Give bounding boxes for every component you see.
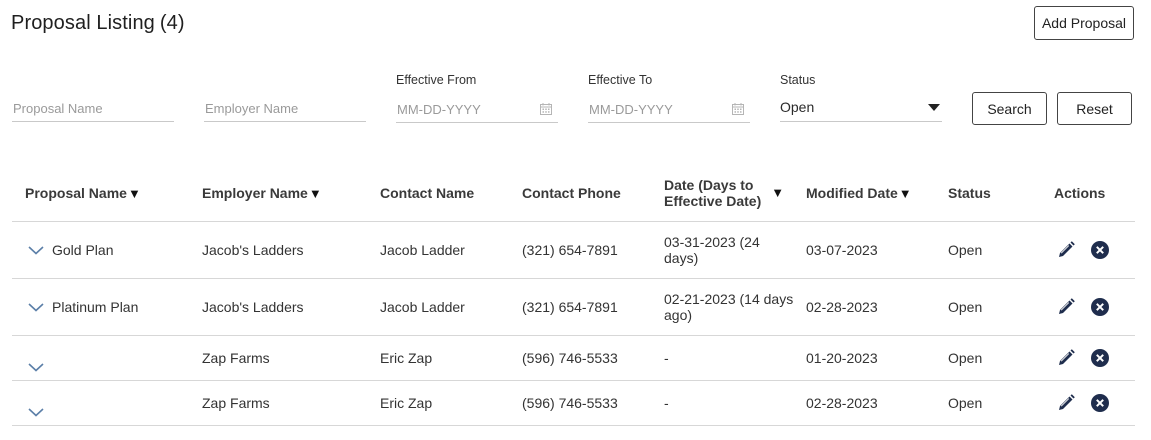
cell-modified-date: 03-07-2023 xyxy=(806,221,948,279)
cell-proposal-name xyxy=(12,335,202,381)
caret-down-icon[interactable] xyxy=(928,104,940,111)
calendar-icon[interactable] xyxy=(540,103,552,115)
table-row: Gold Plan Jacob's Ladders Jacob Ladder (321… xyxy=(12,221,1135,279)
cell-contact-phone: (321) 654-7891 xyxy=(522,278,664,336)
cell-proposal-name: Gold Plan xyxy=(12,221,202,279)
cell-employer-name: Jacob's Ladders xyxy=(202,278,380,336)
cell-contact-name: Eric Zap xyxy=(380,380,522,426)
effective-from-filter[interactable] xyxy=(396,97,558,123)
proposal-count: (4) xyxy=(159,12,185,34)
cell-date: - xyxy=(664,380,806,426)
status-selected-value: Open xyxy=(780,99,815,115)
col-contact-name: Contact Name xyxy=(380,165,522,222)
cell-status: Open xyxy=(948,278,1054,336)
table-header-row: Proposal Name▼ Employer Name▼ Contact Na… xyxy=(12,165,1135,222)
col-date-label: Date (Days to Effective Date) xyxy=(664,177,761,209)
cell-actions xyxy=(1054,335,1135,381)
col-employer-name[interactable]: Employer Name▼ xyxy=(202,165,380,222)
cell-contact-name: Jacob Ladder xyxy=(380,221,522,279)
cell-employer-name: Zap Farms xyxy=(202,335,380,381)
status-select[interactable]: Open xyxy=(780,96,942,122)
col-actions: Actions xyxy=(1054,165,1135,222)
table-row: Platinum Plan Jacob's Ladders Jacob Ladder… xyxy=(12,278,1135,336)
page-title: Proposal Listing (4) xyxy=(11,12,185,35)
proposal-name-text: Gold Plan xyxy=(52,241,114,258)
cell-contact-phone: (596) 746-5533 xyxy=(522,380,664,426)
close-circle-icon[interactable] xyxy=(1090,297,1110,317)
reset-button[interactable]: Reset xyxy=(1057,92,1132,125)
sort-down-icon[interactable]: ▼ xyxy=(128,186,141,201)
cell-proposal-name xyxy=(12,380,202,426)
effective-to-label: Effective To xyxy=(588,73,653,87)
col-modified-date[interactable]: Modified Date▼ xyxy=(806,165,948,222)
effective-to-filter[interactable] xyxy=(588,97,750,123)
add-proposal-button[interactable]: Add Proposal xyxy=(1034,6,1134,40)
search-button[interactable]: Search xyxy=(972,92,1047,125)
close-circle-icon[interactable] xyxy=(1090,240,1110,260)
col-employer-name-label: Employer Name xyxy=(202,184,308,201)
chevron-down-icon[interactable] xyxy=(28,362,44,372)
sort-down-icon[interactable]: ▼ xyxy=(309,186,322,201)
proposal-name-text: Platinum Plan xyxy=(52,298,139,315)
cell-modified-date: 02-28-2023 xyxy=(806,380,948,426)
pencil-icon[interactable] xyxy=(1056,348,1076,368)
employer-name-filter[interactable] xyxy=(204,96,366,122)
cell-status: Open xyxy=(948,335,1054,381)
sort-down-icon[interactable]: ▼ xyxy=(771,185,784,200)
col-proposal-name[interactable]: Proposal Name▼ xyxy=(12,165,202,222)
col-date-label-line2: Effective Date) xyxy=(664,192,762,209)
cell-actions xyxy=(1054,380,1135,426)
sort-down-icon[interactable]: ▼ xyxy=(899,186,912,201)
chevron-down-icon[interactable] xyxy=(28,407,44,417)
pencil-icon[interactable] xyxy=(1056,393,1076,413)
cell-contact-name: Eric Zap xyxy=(380,335,522,381)
col-proposal-name-label: Proposal Name xyxy=(25,184,127,201)
employer-name-input[interactable] xyxy=(204,96,366,121)
close-circle-icon[interactable] xyxy=(1090,393,1110,413)
status-label: Status xyxy=(780,73,816,87)
proposal-table: Proposal Name▼ Employer Name▼ Contact Na… xyxy=(12,165,1135,426)
table-row: Zap Farms Eric Zap (596) 746-5533-01-20-20… xyxy=(12,335,1135,381)
cell-contact-phone: (321) 654-7891 xyxy=(522,221,664,279)
close-circle-icon[interactable] xyxy=(1090,348,1110,368)
cell-proposal-name: Platinum Plan xyxy=(12,278,202,336)
pencil-icon[interactable] xyxy=(1056,240,1076,260)
proposal-name-input[interactable] xyxy=(12,96,174,121)
cell-employer-name: Zap Farms xyxy=(202,380,380,426)
cell-date: 02-21-2023 (14 days ago) xyxy=(664,278,806,336)
col-contact-phone: Contact Phone xyxy=(522,165,664,222)
proposal-name-filter[interactable] xyxy=(12,96,174,122)
col-date-label-line1: Date (Days to xyxy=(664,176,754,193)
page-title-text: Proposal Listing xyxy=(11,12,155,34)
table-row: Zap Farms Eric Zap (596) 746-5533-02-28-20… xyxy=(12,380,1135,426)
col-date[interactable]: Date (Days to Effective Date) ▼ xyxy=(664,165,806,222)
effective-to-input[interactable] xyxy=(588,97,750,122)
effective-from-label: Effective From xyxy=(396,73,477,87)
cell-contact-name: Jacob Ladder xyxy=(380,278,522,336)
pencil-icon[interactable] xyxy=(1056,297,1076,317)
cell-actions xyxy=(1054,278,1135,336)
cell-date: 03-31-2023 (24 days) xyxy=(664,221,806,279)
cell-employer-name: Jacob's Ladders xyxy=(202,221,380,279)
cell-date: - xyxy=(664,335,806,381)
cell-contact-phone: (596) 746-5533 xyxy=(522,335,664,381)
cell-actions xyxy=(1054,221,1135,279)
col-modified-date-label: Modified Date xyxy=(806,184,898,201)
chevron-down-icon[interactable] xyxy=(28,302,44,312)
col-status: Status xyxy=(948,165,1054,222)
cell-status: Open xyxy=(948,221,1054,279)
cell-modified-date: 01-20-2023 xyxy=(806,335,948,381)
calendar-icon[interactable] xyxy=(732,103,744,115)
effective-from-input[interactable] xyxy=(396,97,558,122)
cell-status: Open xyxy=(948,380,1054,426)
cell-modified-date: 02-28-2023 xyxy=(806,278,948,336)
chevron-down-icon[interactable] xyxy=(28,245,44,255)
